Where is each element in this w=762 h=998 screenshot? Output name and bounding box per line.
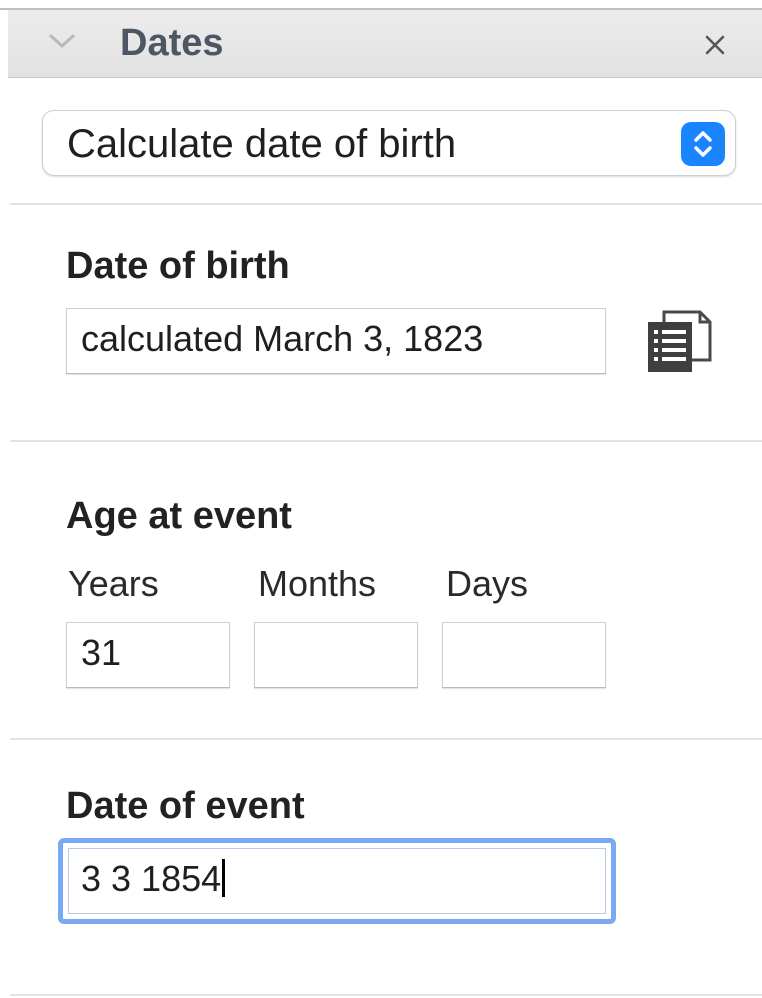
days-field[interactable] <box>442 622 606 688</box>
panel-title: Dates <box>120 22 224 64</box>
months-label: Months <box>258 563 377 604</box>
section-divider <box>10 440 762 442</box>
months-field[interactable] <box>254 622 418 688</box>
date-of-event-field[interactable]: 3 3 1854 <box>58 838 616 924</box>
calculation-mode-value: Calculate date of birth <box>67 122 457 166</box>
date-of-event-input[interactable]: 3 3 1854 <box>68 848 606 914</box>
up-down-arrows-icon[interactable] <box>681 122 725 166</box>
close-icon[interactable] <box>704 34 726 56</box>
date-of-birth-field[interactable]: calculated March 3, 1823 <box>66 308 606 374</box>
chevron-down-icon[interactable] <box>48 30 76 52</box>
days-label: Days <box>446 563 529 604</box>
years-label: Years <box>68 563 159 604</box>
copy-document-icon[interactable] <box>644 308 714 376</box>
section-divider <box>10 203 762 205</box>
age-at-event-label: Age at event <box>66 495 292 537</box>
date-of-event-label: Date of event <box>66 785 305 827</box>
dates-panel: Dates Calculate date of birth Date of bi… <box>0 0 762 998</box>
calculation-mode-select[interactable]: Calculate date of birth <box>42 110 736 176</box>
date-of-event-value: 3 3 1854 <box>81 858 222 899</box>
section-divider <box>10 738 762 740</box>
section-divider <box>10 994 762 996</box>
years-field[interactable]: 31 <box>66 622 230 688</box>
text-caret <box>222 859 226 897</box>
date-of-birth-label: Date of birth <box>66 245 290 287</box>
panel-header[interactable]: Dates <box>8 10 762 78</box>
